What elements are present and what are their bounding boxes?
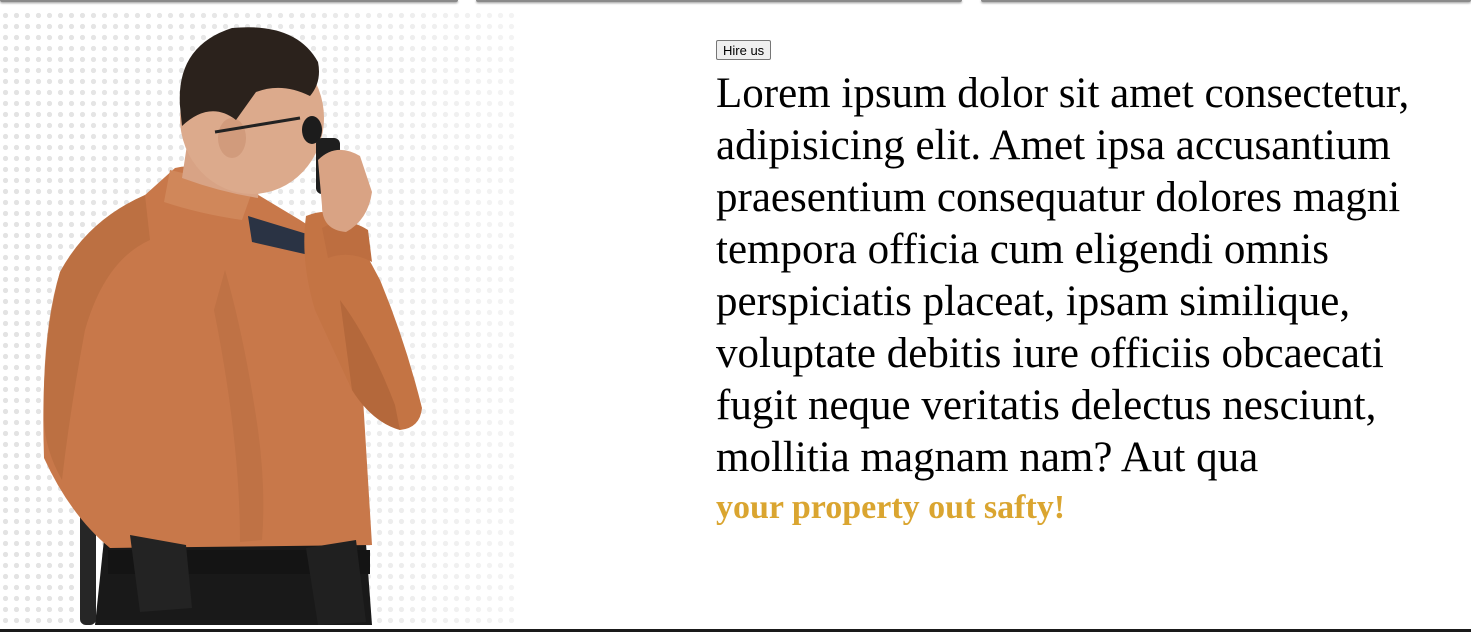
tagline: your property out safty! — [716, 489, 1066, 526]
top-card-edge-left — [0, 0, 458, 2]
top-card-edge-right — [981, 0, 1471, 2]
lead-paragraph: Lorem ipsum dolor sit amet consectetur, … — [716, 70, 1410, 481]
hire-us-button[interactable]: Hire us — [716, 40, 772, 60]
top-card-edge-middle — [476, 0, 962, 2]
security-guard-image — [0, 10, 520, 625]
guard-figure — [43, 27, 422, 625]
hero-content: Hire us Lorem ipsum dolor sit amet conse… — [716, 40, 1456, 528]
